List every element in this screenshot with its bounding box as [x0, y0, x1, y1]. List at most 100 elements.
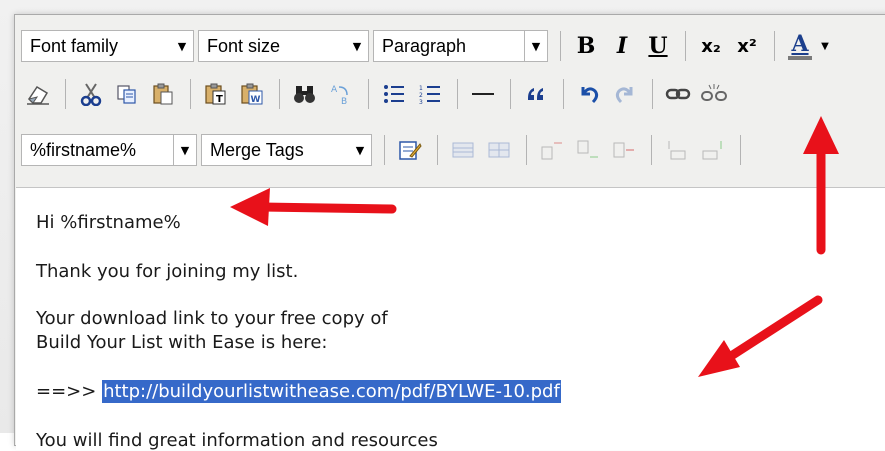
svg-text:T: T — [216, 94, 223, 105]
toolbar-separator — [685, 31, 686, 61]
chevron-down-icon: ▼ — [177, 39, 187, 53]
paste-word-button[interactable]: W — [235, 77, 269, 111]
toolbar-separator — [526, 135, 527, 165]
paste-text-icon: T — [205, 83, 226, 105]
svg-text:W: W — [251, 95, 261, 105]
merge-field-select[interactable]: %firstname% ▼ — [21, 134, 197, 166]
svg-text:A: A — [331, 85, 338, 95]
toolbar-separator — [560, 31, 561, 61]
font-size-select[interactable]: Font size ▼ — [198, 30, 369, 62]
bold-button[interactable]: B — [569, 29, 603, 63]
subscript-icon: x₂ — [701, 35, 721, 57]
replace-button[interactable]: A B — [324, 77, 358, 111]
paste-text-button[interactable]: T — [199, 77, 233, 111]
download-line-2: Build Your List with Ease is here: — [36, 332, 328, 353]
font-family-label: Font family — [30, 35, 119, 56]
font-family-select[interactable]: Font family ▼ — [21, 30, 194, 62]
eraser-button[interactable] — [21, 77, 55, 111]
underline-icon: U — [648, 33, 668, 59]
insert-col-before-button[interactable] — [660, 133, 694, 167]
color-swatch — [788, 56, 812, 60]
toolbar-separator — [457, 79, 458, 109]
rich-text-editor: Font family ▼ Font size ▼ Paragraph ▼ B … — [14, 14, 885, 451]
blockquote-button[interactable] — [519, 77, 553, 111]
paragraph-format-label: Paragraph — [382, 35, 467, 56]
delete-row-button[interactable] — [607, 133, 641, 167]
unlink-button[interactable] — [697, 77, 731, 111]
undo-button[interactable] — [572, 77, 606, 111]
edit-icon — [399, 141, 422, 160]
text-color-icon: A — [791, 31, 809, 57]
redo-button[interactable] — [608, 77, 642, 111]
insert-row-after-button[interactable] — [571, 133, 605, 167]
cut-button[interactable] — [74, 77, 108, 111]
link-line: ==>> http://buildyourlistwithease.com/pd… — [36, 380, 561, 403]
unlink-icon — [701, 84, 727, 101]
toolbar-separator — [437, 135, 438, 165]
toolbar-separator — [368, 79, 369, 109]
toolbar-separator — [65, 79, 66, 109]
svg-text:1: 1 — [419, 85, 423, 92]
bullet-list-button[interactable] — [377, 77, 411, 111]
toolbar-separator — [510, 79, 511, 109]
insert-row-icon — [541, 142, 562, 160]
italic-icon: I — [616, 33, 628, 59]
toolbar-separator — [190, 79, 191, 109]
greeting-line: Hi %firstname% — [36, 212, 181, 233]
subscript-button[interactable]: x₂ — [694, 29, 728, 63]
table-button[interactable] — [446, 133, 480, 167]
copy-button[interactable] — [110, 77, 144, 111]
chevron-down-icon: ▼ — [524, 31, 547, 61]
table-props-button[interactable] — [482, 133, 516, 167]
merge-tags-label: Merge Tags — [210, 139, 304, 160]
edit-html-button[interactable] — [393, 133, 427, 167]
paste-button[interactable] — [146, 77, 180, 111]
link-icon — [665, 88, 691, 100]
superscript-button[interactable]: x² — [730, 29, 764, 63]
undo-icon — [581, 87, 599, 104]
paste-word-icon: W — [241, 83, 263, 105]
scissors-icon — [80, 83, 102, 106]
insert-link-button[interactable] — [661, 77, 695, 111]
thanks-line: Thank you for joining my list. — [36, 261, 299, 282]
bullet-list-icon — [384, 85, 404, 103]
table-icon — [452, 142, 474, 158]
insert-column-after-icon — [702, 141, 722, 160]
merge-field-label: %firstname% — [30, 139, 137, 160]
editor-content-area[interactable]: Hi %firstname% Thank you for joining my … — [16, 187, 885, 451]
text-color-dropdown[interactable]: ▼ — [819, 29, 831, 63]
info-line: You will find great information and reso… — [36, 430, 438, 451]
font-size-label: Font size — [207, 35, 281, 56]
toolbar-separator — [740, 135, 741, 165]
table-properties-icon — [488, 142, 510, 158]
toolbar-separator — [652, 79, 653, 109]
chevron-down-icon: ▼ — [173, 135, 196, 165]
find-button[interactable] — [288, 77, 322, 111]
bold-icon: B — [576, 33, 596, 59]
quote-icon — [528, 88, 543, 100]
replace-icon: A B — [331, 85, 348, 106]
underline-button[interactable]: U — [641, 29, 675, 63]
svg-text:3: 3 — [419, 99, 423, 105]
toolbar-separator — [279, 79, 280, 109]
toolbar-row-3: %firstname% ▼ Merge Tags ▼ — [21, 131, 885, 169]
selected-link-text[interactable]: http://buildyourlistwithease.com/pdf/BYL… — [102, 380, 561, 403]
italic-button[interactable]: I — [605, 29, 639, 63]
paragraph-format-select[interactable]: Paragraph ▼ — [373, 30, 548, 62]
insert-row-before-button[interactable] — [535, 133, 569, 167]
chevron-down-icon: ▼ — [352, 39, 362, 53]
delete-row-icon — [613, 142, 634, 158]
toolbar-separator — [563, 79, 564, 109]
insert-column-icon — [668, 141, 686, 160]
horizontal-rule-button[interactable] — [466, 77, 500, 111]
link-prefix: ==>> — [36, 381, 97, 402]
merge-tags-select[interactable]: Merge Tags ▼ — [201, 134, 372, 166]
insert-col-after-button[interactable] — [696, 133, 730, 167]
redo-icon — [615, 87, 633, 104]
insert-row-after-icon — [577, 140, 598, 158]
text-color-button[interactable]: A — [783, 29, 817, 63]
numbered-list-icon: 1 2 3 — [419, 85, 440, 105]
clipboard-icon — [153, 83, 173, 105]
numbered-list-button[interactable]: 1 2 3 — [413, 77, 447, 111]
toolbar-row-1: Font family ▼ Font size ▼ Paragraph ▼ B … — [21, 27, 885, 65]
